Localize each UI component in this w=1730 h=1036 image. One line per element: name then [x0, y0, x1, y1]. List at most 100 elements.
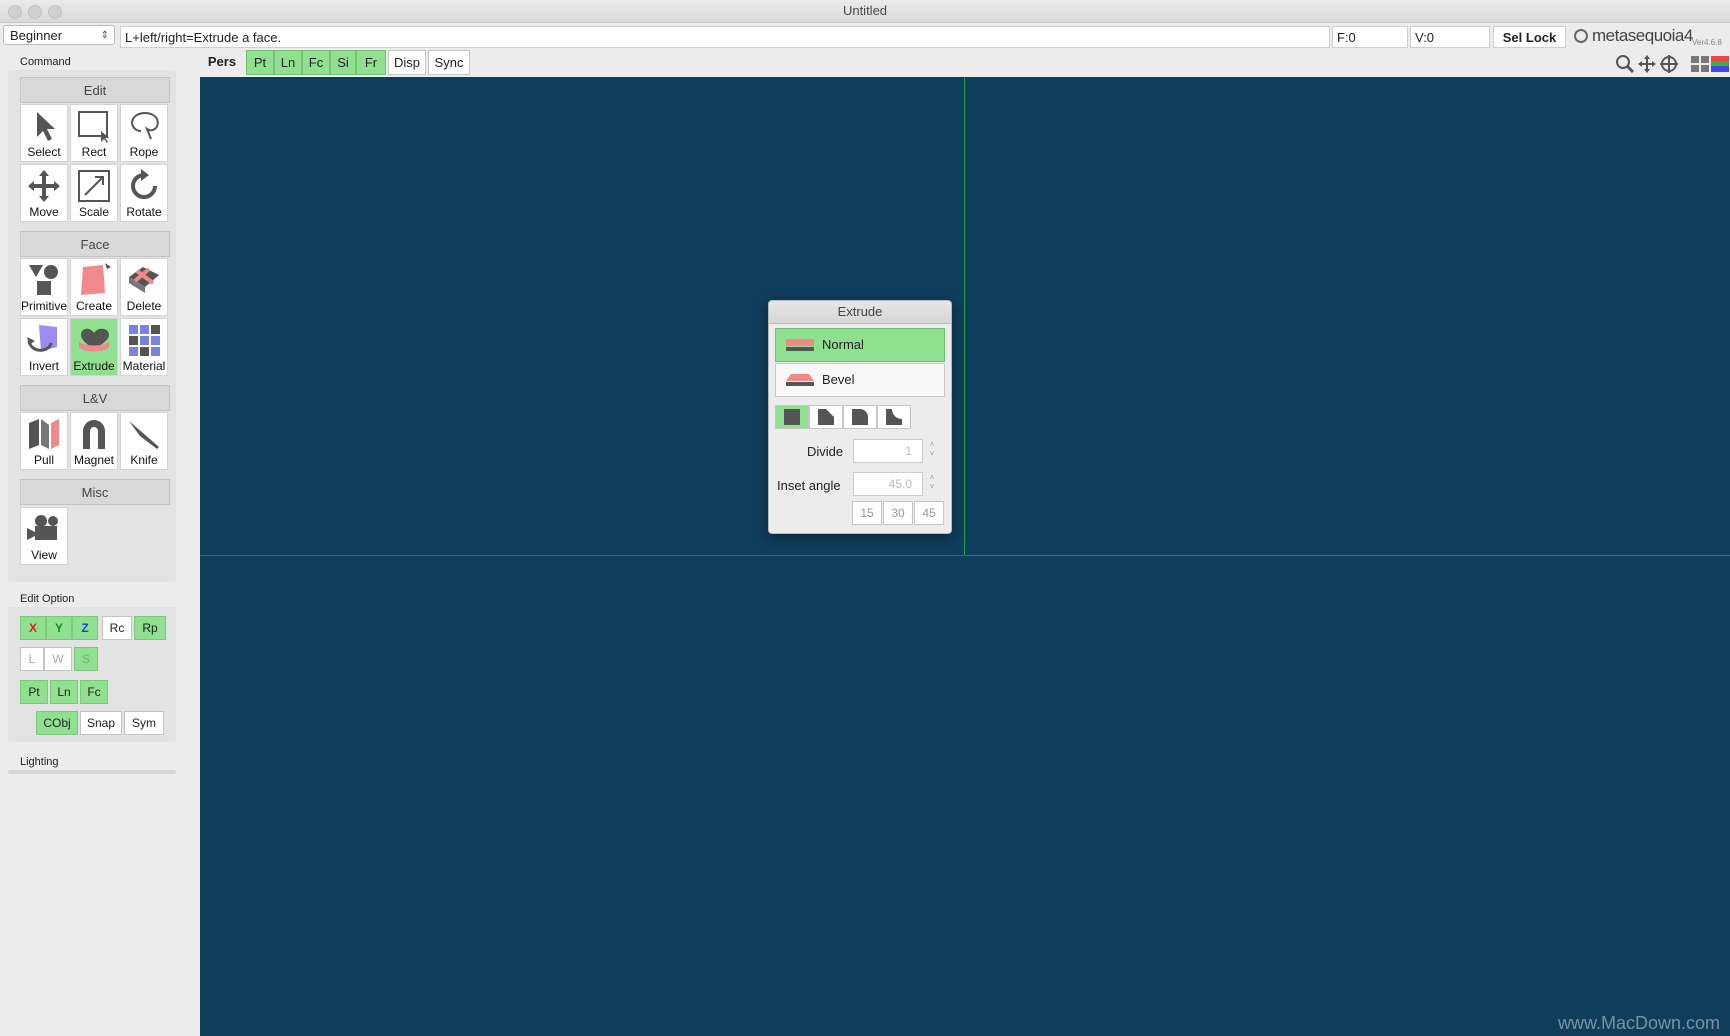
tool-move[interactable]: Move	[20, 164, 68, 222]
tool-label: Pull	[33, 453, 54, 467]
extrude-normal-label: Normal	[822, 337, 864, 352]
tool-primitive[interactable]: Primitive	[20, 258, 68, 316]
viewport-tools	[1615, 52, 1730, 74]
tool-label: Select	[27, 145, 61, 159]
tab-disp[interactable]: Disp	[388, 50, 426, 75]
palette-icon[interactable]	[1711, 56, 1729, 72]
tool-label: Rope	[129, 145, 159, 159]
tool-delete[interactable]: Delete	[120, 258, 168, 316]
screen-space-button[interactable]: S	[74, 647, 98, 671]
divide-label: Divide	[807, 444, 844, 459]
extrude-face-icon	[79, 328, 109, 352]
tool-label: View	[31, 548, 57, 562]
logo-icon	[1574, 29, 1588, 43]
tab-ln[interactable]: Ln	[274, 50, 302, 75]
shape-round-button[interactable]	[843, 405, 877, 429]
lighting-label[interactable]: Lighting	[20, 756, 59, 768]
lasso-icon	[131, 112, 159, 140]
scale-icon	[78, 170, 110, 202]
x-axis-line	[965, 555, 1730, 556]
symmetry-button[interactable]: Sym	[124, 711, 164, 735]
extrude-normal-option[interactable]: Normal	[775, 328, 945, 362]
extrude-bevel-option[interactable]: Bevel	[775, 363, 945, 397]
lighting-panel-collapsed	[8, 770, 176, 774]
command-label: Command	[20, 56, 71, 68]
shape-square-button[interactable]	[775, 405, 809, 429]
3d-viewport[interactable]: www.MacDown.com	[200, 77, 1730, 1036]
axis-y-button[interactable]: Y	[46, 616, 72, 640]
tab-pt[interactable]: Pt	[246, 50, 274, 75]
mode-select-value: Beginner	[10, 28, 63, 43]
group-edit-header[interactable]: Edit	[20, 77, 170, 103]
inset-angle-label: Inset angle	[777, 478, 841, 493]
material-grid-icon	[129, 325, 160, 356]
inset-angle-input[interactable]: 45.0	[853, 472, 923, 496]
tool-rotate[interactable]: Rotate	[120, 164, 168, 222]
axis-z-button[interactable]: Z	[72, 616, 98, 640]
extrude-dialog-title[interactable]: Extrude	[769, 301, 951, 324]
sel-lock-button[interactable]: Sel Lock	[1493, 26, 1566, 48]
current-object-button[interactable]: CObj	[36, 711, 78, 735]
tab-fr[interactable]: Fr	[356, 50, 386, 75]
tool-invert[interactable]: Invert	[20, 318, 68, 376]
layout-icon[interactable]	[1691, 56, 1709, 72]
knife-icon	[129, 421, 159, 449]
tool-material[interactable]: Material	[120, 318, 168, 376]
tool-label: Extrude	[73, 359, 115, 373]
tab-pers[interactable]: Pers	[200, 50, 244, 75]
bevel-extrude-icon	[786, 374, 814, 386]
zoom-icon[interactable]	[1615, 54, 1635, 74]
tab-si[interactable]: Si	[330, 50, 356, 75]
angle-30-button[interactable]: 30	[883, 501, 913, 525]
tool-magnet[interactable]: Magnet	[70, 412, 118, 470]
mode-select[interactable]: Beginner ⇕	[3, 25, 115, 45]
tab-sync[interactable]: Sync	[428, 50, 470, 75]
group-misc-header[interactable]: Misc	[20, 479, 170, 505]
delete-face-icon	[129, 267, 159, 293]
tool-label: Magnet	[73, 453, 115, 467]
pan-icon[interactable]	[1637, 54, 1657, 74]
shape-concave-button[interactable]	[877, 405, 911, 429]
rotate-icon	[131, 169, 157, 199]
tool-pull[interactable]: Pull	[20, 412, 68, 470]
chevron-updown-icon: ⇕	[100, 30, 109, 41]
vertex-count: V:0	[1410, 26, 1490, 48]
divide-input[interactable]: 1	[853, 439, 923, 463]
app-logo: metasequoia4 Ver4.6.8	[1572, 25, 1730, 49]
angle-15-button[interactable]: 15	[852, 501, 882, 525]
divide-stepper[interactable]: ˄ ˅	[927, 440, 937, 462]
y-axis-line	[964, 77, 965, 555]
select-face-button[interactable]: Fc	[80, 680, 108, 704]
tool-extrude[interactable]: Extrude	[70, 318, 118, 376]
inset-angle-stepper[interactable]: ˄ ˅	[927, 473, 937, 495]
window-title: Untitled	[842, 3, 888, 18]
group-face-header[interactable]: Face	[20, 231, 170, 257]
square-corner-icon	[784, 409, 800, 425]
tool-rect[interactable]: Rect	[70, 104, 118, 162]
tool-select[interactable]: Select	[20, 104, 68, 162]
logo-text: metasequoia4	[1592, 26, 1693, 45]
tab-fc[interactable]: Fc	[302, 50, 330, 75]
primitive-shapes-icon	[29, 265, 58, 295]
tool-knife[interactable]: Knife	[120, 412, 168, 470]
tool-scale[interactable]: Scale	[70, 164, 118, 222]
group-lv-header[interactable]: L&V	[20, 385, 170, 411]
rc-button[interactable]: Rc	[102, 616, 132, 640]
axis-x-button[interactable]: X	[20, 616, 46, 640]
snap-button[interactable]: Snap	[80, 711, 122, 735]
local-space-button[interactable]: L	[20, 647, 44, 671]
rp-button[interactable]: Rp	[134, 616, 166, 640]
select-line-button[interactable]: Ln	[50, 680, 78, 704]
orbit-icon[interactable]	[1659, 54, 1679, 74]
tool-label: Material	[122, 359, 166, 373]
tool-create[interactable]: Create	[70, 258, 118, 316]
shape-chamfer-button[interactable]	[809, 405, 843, 429]
extrude-bevel-label: Bevel	[822, 372, 855, 387]
select-point-button[interactable]: Pt	[20, 680, 48, 704]
tool-view[interactable]: View	[20, 507, 68, 565]
chamfer-corner-icon	[818, 409, 834, 425]
tool-rope[interactable]: Rope	[120, 104, 168, 162]
tool-label: Rotate	[126, 205, 162, 219]
world-space-button[interactable]: W	[44, 647, 72, 671]
angle-45-button[interactable]: 45	[914, 501, 944, 525]
